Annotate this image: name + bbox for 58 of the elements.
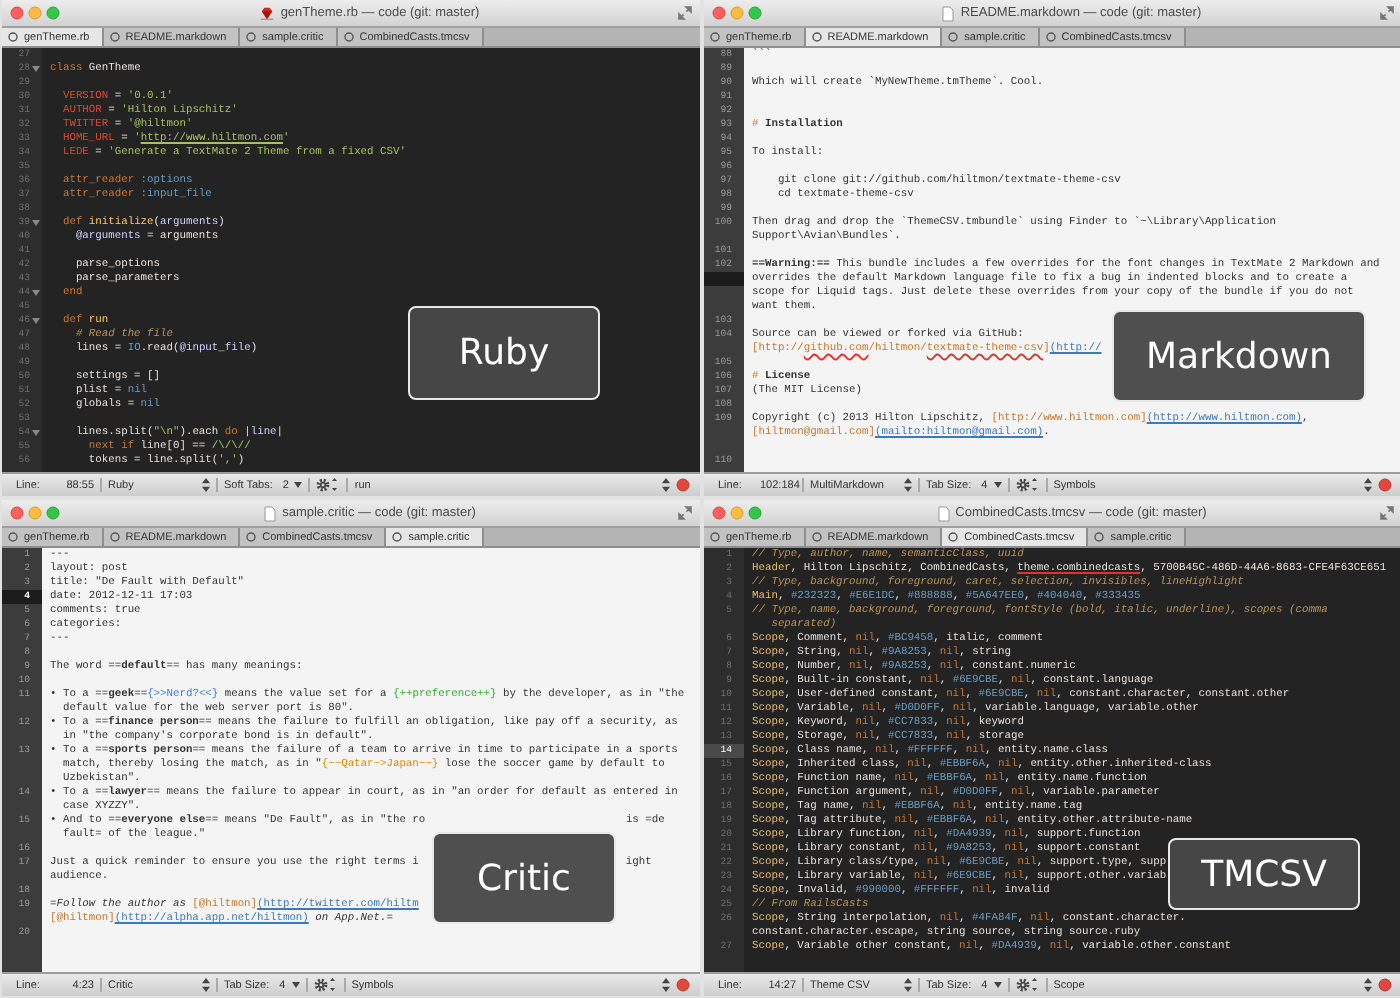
- close-circle-icon[interactable]: [1094, 532, 1105, 542]
- fullscreen-icon[interactable]: [1380, 6, 1394, 20]
- document-icon: [937, 505, 950, 521]
- close-circle-icon[interactable]: [1045, 32, 1056, 42]
- up-down-arrows-icon[interactable]: [1364, 478, 1372, 492]
- close-circle-icon[interactable]: [392, 532, 403, 542]
- settings-icon[interactable]: [316, 478, 341, 492]
- close-circle-icon[interactable]: [8, 32, 18, 42]
- fullscreen-icon[interactable]: [678, 506, 692, 520]
- up-down-arrows-icon[interactable]: [662, 978, 670, 992]
- fold-arrow-icon[interactable]: [32, 290, 40, 296]
- fullscreen-icon[interactable]: [678, 6, 692, 20]
- gem-icon: [260, 6, 275, 20]
- close-circle-icon[interactable]: [710, 32, 720, 42]
- settings-icon[interactable]: [313, 978, 338, 992]
- up-down-arrows-icon[interactable]: [202, 478, 210, 492]
- window-controls-icon[interactable]: [10, 506, 62, 520]
- document-icon: [264, 505, 277, 521]
- close-circle-icon[interactable]: [246, 532, 257, 542]
- settings-icon[interactable]: [1015, 478, 1040, 492]
- window-controls-icon[interactable]: [712, 506, 764, 520]
- up-down-arrows-icon[interactable]: [662, 478, 670, 492]
- fold-arrow-icon[interactable]: [32, 66, 40, 72]
- close-circle-icon[interactable]: [948, 532, 959, 542]
- close-circle-icon[interactable]: [109, 532, 120, 542]
- record-icon[interactable]: [676, 478, 690, 492]
- settings-icon[interactable]: [1015, 978, 1040, 992]
- close-circle-icon[interactable]: [246, 32, 257, 42]
- fullscreen-icon[interactable]: [1380, 506, 1394, 520]
- close-circle-icon[interactable]: [948, 32, 959, 42]
- close-circle-icon[interactable]: [710, 532, 720, 542]
- language-label: TMCSV: [1168, 838, 1360, 910]
- fold-arrow-icon[interactable]: [32, 318, 40, 324]
- document-icon: [942, 5, 955, 21]
- close-circle-icon[interactable]: [343, 32, 354, 42]
- close-circle-icon[interactable]: [811, 532, 822, 542]
- window-controls-icon[interactable]: [10, 6, 62, 20]
- language-label: Markdown: [1112, 310, 1366, 402]
- up-down-arrows-icon[interactable]: [904, 478, 912, 492]
- up-down-arrows-icon[interactable]: [904, 978, 912, 992]
- code-editor[interactable]: [744, 48, 1400, 472]
- caret-icon[interactable]: [993, 982, 1002, 988]
- code-editor[interactable]: [42, 548, 700, 972]
- record-icon[interactable]: [1378, 478, 1392, 492]
- up-down-arrows-icon[interactable]: [202, 978, 210, 992]
- close-circle-icon[interactable]: [8, 532, 18, 542]
- caret-icon[interactable]: [993, 482, 1002, 488]
- fold-arrow-icon[interactable]: [32, 220, 40, 226]
- record-icon[interactable]: [1378, 978, 1392, 992]
- fold-arrow-icon[interactable]: [32, 430, 40, 436]
- close-circle-icon[interactable]: [109, 32, 120, 42]
- caret-icon[interactable]: [291, 982, 300, 988]
- language-label: Ruby: [408, 306, 600, 400]
- close-circle-icon[interactable]: [811, 32, 822, 42]
- caret-icon[interactable]: [294, 482, 303, 488]
- record-icon[interactable]: [676, 978, 690, 992]
- window-controls-icon[interactable]: [712, 6, 764, 20]
- up-down-arrows-icon[interactable]: [1364, 978, 1372, 992]
